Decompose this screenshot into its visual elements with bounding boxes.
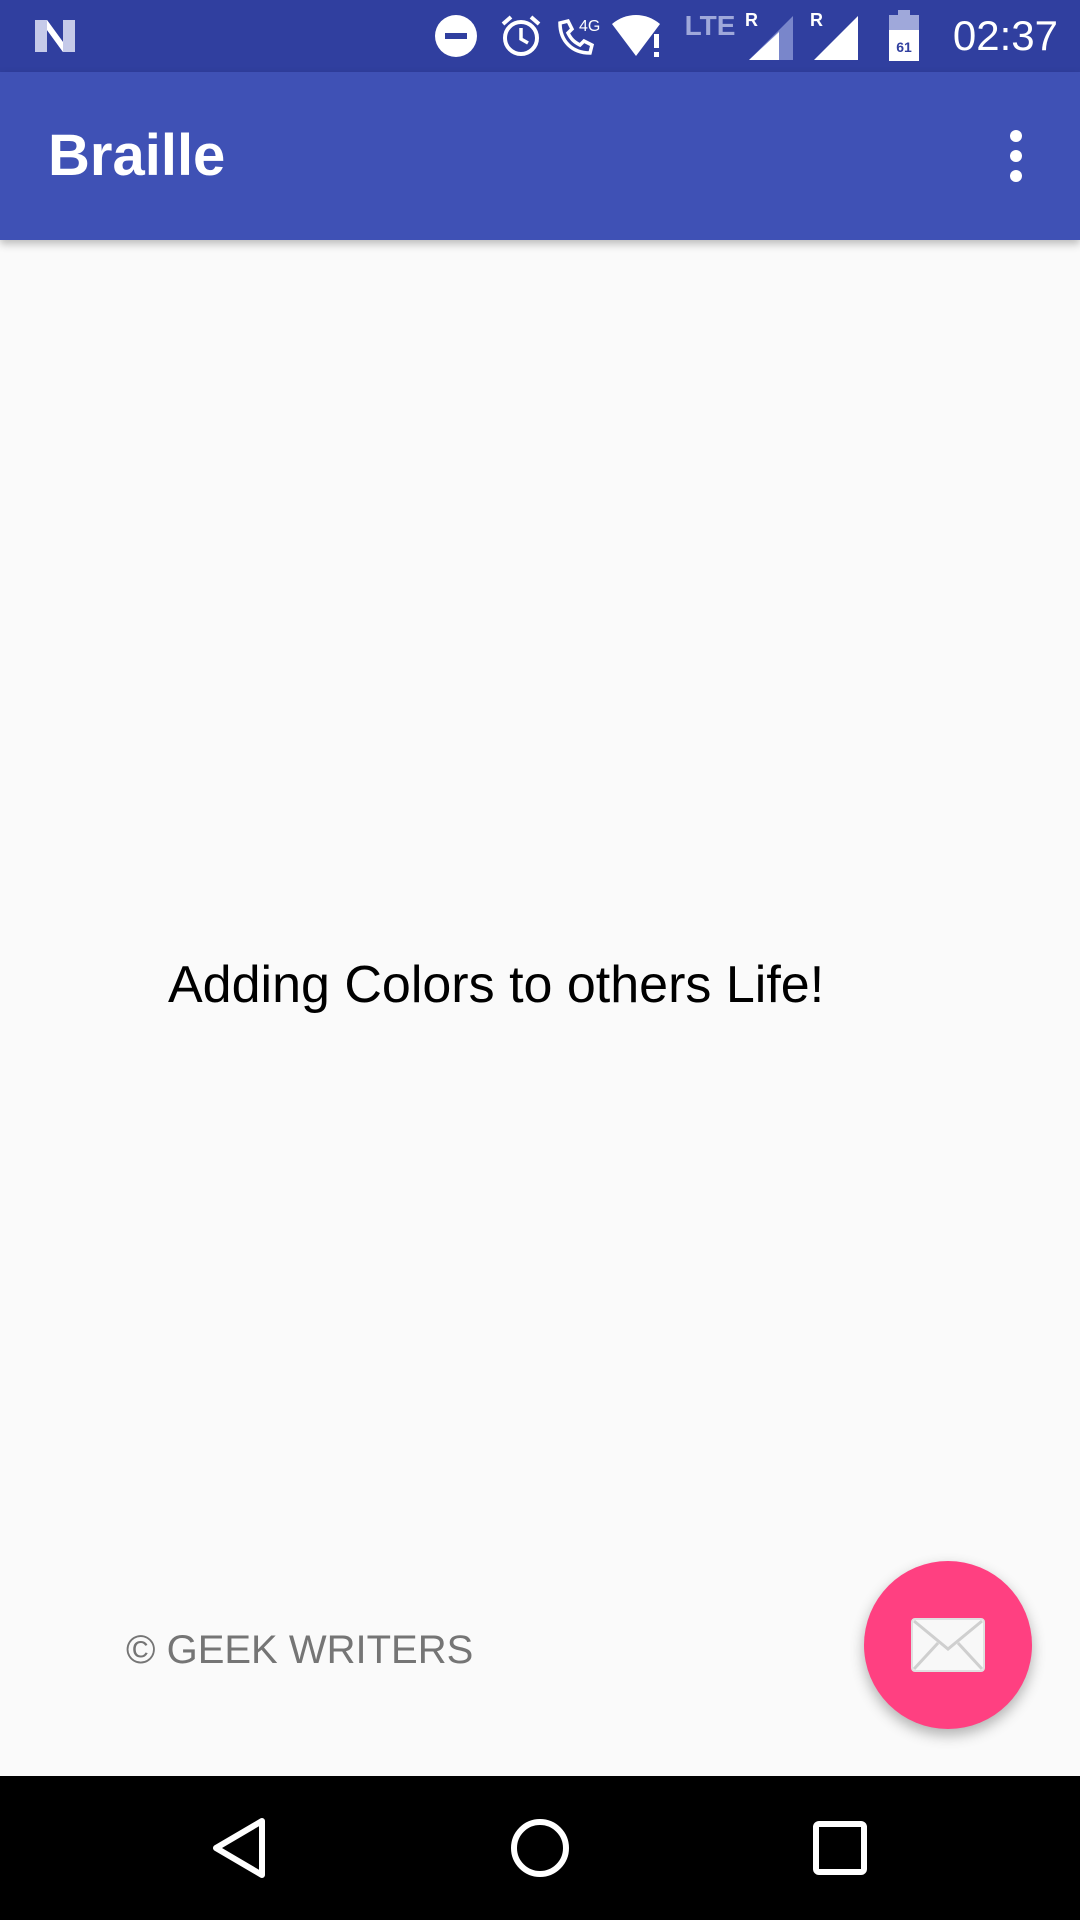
home-button[interactable] [468,1776,612,1920]
back-button[interactable] [168,1776,312,1920]
signal-icon: R [810,0,860,72]
signal-icon: R [745,0,795,72]
battery-level: 61 [896,39,912,55]
recents-button[interactable] [768,1776,912,1920]
more-options-button[interactable] [974,114,1058,198]
tagline-text: Adding Colors to others Life! [168,956,825,1014]
mail-icon [911,1618,985,1672]
status-bar: 4G LTE R R 61 02:37 [0,0,1080,72]
recents-icon [813,1821,867,1875]
more-vert-icon [1010,130,1022,182]
wifi-icon [608,0,668,72]
notification-n-icon [30,0,80,72]
do-not-disturb-icon [432,0,480,72]
status-time: 02:37 [952,12,1058,59]
mail-fab-button[interactable] [864,1561,1032,1729]
roaming-label: R [810,10,823,30]
battery-icon: 61 [884,0,924,72]
alarm-icon [498,0,544,72]
lte-label: LTE [684,10,736,41]
app-title: Braille [48,123,226,188]
app-bar: Braille [0,72,1080,240]
roaming-label: R [745,10,758,30]
wifi-calling-icon: 4G [552,0,602,72]
home-icon [511,1819,569,1877]
copyright-text: © GEEK WRITERS [126,1628,474,1672]
navigation-bar [0,1776,1080,1920]
network-label: 4G [579,18,600,35]
back-icon [213,1818,265,1878]
